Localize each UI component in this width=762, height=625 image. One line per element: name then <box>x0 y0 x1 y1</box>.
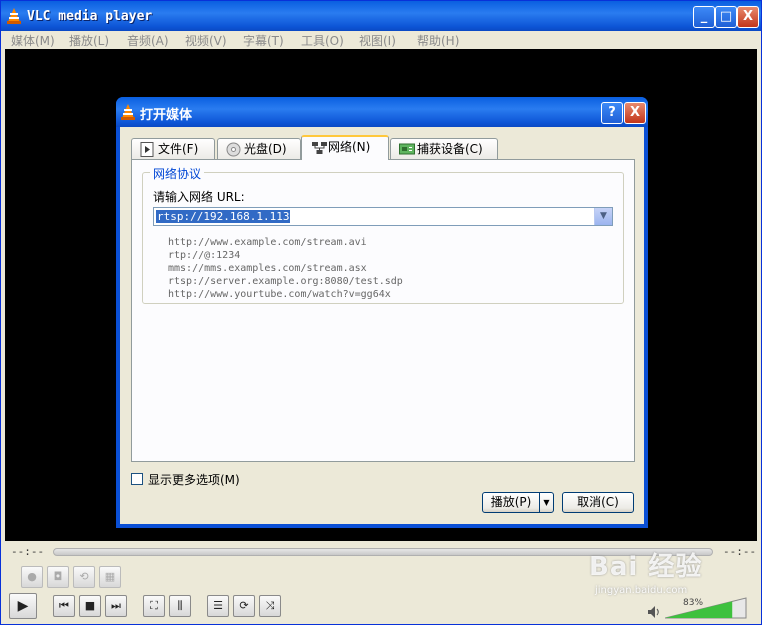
maximize-button[interactable]: □ <box>715 6 737 28</box>
shuffle-icon[interactable]: ⤨ <box>259 595 281 617</box>
tab-capture-device[interactable]: 捕获设备(C) <box>390 138 498 159</box>
snapshot-icon[interactable]: ◘ <box>47 566 69 588</box>
tab-network[interactable]: 网络(N) <box>301 135 389 160</box>
play-button[interactable]: 播放(P) <box>482 492 540 513</box>
url-example: rtsp://server.example.org:8080/test.sdp <box>168 276 403 287</box>
title-bar[interactable]: VLC media player _ □ X <box>1 1 761 31</box>
more-options-checkbox[interactable] <box>131 473 143 485</box>
more-options-label[interactable]: 显示更多选项(M) <box>148 471 240 488</box>
time-elapsed: --:-- <box>11 545 45 558</box>
stop-icon[interactable]: ■ <box>79 595 101 617</box>
baidu-watermark: Bai 经验 <box>589 552 703 582</box>
capture-card-icon <box>399 143 415 155</box>
menu-audio[interactable]: 音频(A) <box>127 32 169 49</box>
file-icon <box>140 142 154 157</box>
vlc-cone-icon <box>121 104 135 120</box>
fullscreen-icon[interactable]: ⛶ <box>143 595 165 617</box>
frame-step-icon[interactable]: ▦ <box>99 566 121 588</box>
tab-label: 网络(N) <box>328 140 371 154</box>
loop-icon[interactable]: ⟳ <box>233 595 255 617</box>
network-icon <box>312 142 327 154</box>
dialog-title-bar[interactable]: 打开媒体 ? X <box>116 97 648 127</box>
url-example: http://www.yourtube.com/watch?v=gg64x <box>168 289 391 300</box>
next-icon[interactable]: ⏭ <box>105 595 127 617</box>
tab-label: 捕获设备(C) <box>417 142 483 156</box>
watermark-url: jingyan.baidu.com <box>595 585 688 596</box>
menu-playback[interactable]: 播放(L) <box>69 32 109 49</box>
tab-disc[interactable]: 光盘(D) <box>217 138 301 159</box>
vlc-cone-icon <box>7 8 21 24</box>
group-title: 网络协议 <box>150 165 205 182</box>
play-icon[interactable]: ▶ <box>9 593 37 619</box>
menu-video[interactable]: 视频(V) <box>185 32 227 49</box>
close-button[interactable]: X <box>737 6 759 28</box>
volume-percent: 83% <box>683 598 704 608</box>
tab-file[interactable]: 文件(F) <box>131 138 215 159</box>
equalizer-icon[interactable]: ⫼ <box>169 595 191 617</box>
menu-subtitle[interactable]: 字幕(T) <box>243 32 284 49</box>
help-button[interactable]: ? <box>601 102 623 124</box>
disc-icon <box>226 142 241 157</box>
previous-icon[interactable]: ⏮ <box>53 595 75 617</box>
url-combobox[interactable]: rtsp://192.168.1.113 ▼ <box>153 207 613 226</box>
network-tab-panel: 网络协议 请输入网络 URL: rtsp://192.168.1.113 ▼ h… <box>131 159 635 462</box>
time-total: --:-- <box>723 545 757 558</box>
menu-media[interactable]: 媒体(M) <box>11 32 55 49</box>
volume-slider[interactable] <box>665 597 747 619</box>
tab-label: 光盘(D) <box>244 142 287 156</box>
menu-help[interactable]: 帮助(H) <box>417 32 459 49</box>
url-example: mms://mms.examples.com/stream.asx <box>168 263 367 274</box>
url-example: http://www.example.com/stream.avi <box>168 237 367 248</box>
dialog-title: 打开媒体 <box>140 108 193 123</box>
tab-label: 文件(F) <box>158 142 199 156</box>
network-protocol-group: 网络协议 请输入网络 URL: rtsp://192.168.1.113 ▼ h… <box>142 165 624 304</box>
vlc-main-window: VLC media player _ □ X 媒体(M) 播放(L) 音频(A)… <box>0 0 762 625</box>
url-example: rtp://@:1234 <box>168 250 241 261</box>
menu-tools[interactable]: 工具(O) <box>301 32 344 49</box>
window-title: VLC media player <box>27 9 153 24</box>
menu-bar: 媒体(M) 播放(L) 音频(A) 视频(V) 字幕(T) 工具(O) 视图(I… <box>1 31 761 49</box>
record-icon[interactable]: ● <box>21 566 43 588</box>
play-options-dropdown[interactable]: ▼ <box>539 492 554 513</box>
open-media-dialog: 打开媒体 ? X 文件(F) 光盘(D) 网络(N) 捕获设备(C) 网络协议 … <box>116 97 648 528</box>
chevron-down-icon[interactable]: ▼ <box>594 208 612 225</box>
cancel-button[interactable]: 取消(C) <box>562 492 634 513</box>
loop-ab-icon[interactable]: ⟲ <box>73 566 95 588</box>
speaker-icon[interactable] <box>647 605 661 619</box>
url-label: 请输入网络 URL: <box>153 190 245 204</box>
dialog-close-button[interactable]: X <box>624 102 646 124</box>
url-input-value[interactable]: rtsp://192.168.1.113 <box>156 210 291 223</box>
minimize-button[interactable]: _ <box>693 6 715 28</box>
dialog-body: 文件(F) 光盘(D) 网络(N) 捕获设备(C) 网络协议 请输入网络 URL… <box>120 127 644 524</box>
menu-view[interactable]: 视图(I) <box>359 32 396 49</box>
playlist-icon[interactable]: ☰ <box>207 595 229 617</box>
